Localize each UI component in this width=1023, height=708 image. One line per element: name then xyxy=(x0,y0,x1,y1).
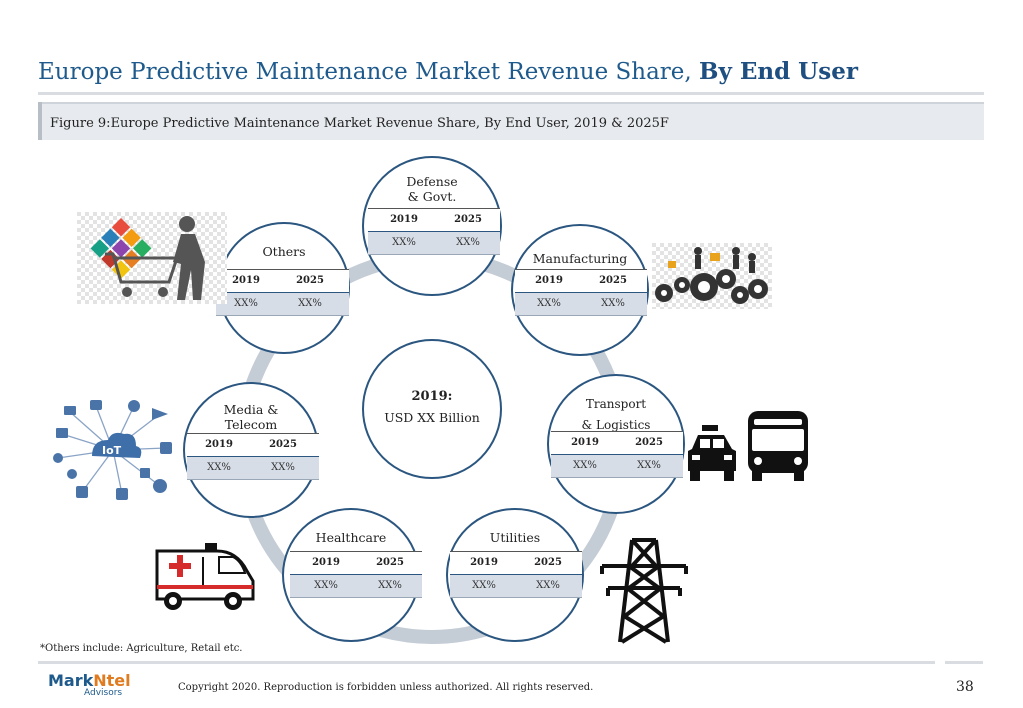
company-logo: MarkNtel Advisors xyxy=(48,671,131,698)
node-label: Utilities xyxy=(489,530,541,545)
share-table: 2019 2025 XX% XX% xyxy=(450,551,582,598)
col-2025: 2025 xyxy=(296,275,324,286)
gears-icon xyxy=(652,243,772,309)
share-2025: XX% xyxy=(378,580,402,591)
share-2019: XX% xyxy=(472,580,496,591)
ambulance-icon xyxy=(155,543,255,610)
col-2025: 2025 xyxy=(376,557,404,568)
share-2019: XX% xyxy=(573,460,597,471)
node-healthcare: Healthcare 2019 2025 XX% XX% xyxy=(282,508,422,642)
node-label: Defense & Govt. xyxy=(406,174,458,204)
share-table: 2019 2025 XX% XX% xyxy=(187,433,319,480)
share-2019: XX% xyxy=(207,462,231,473)
share-table: 2019 2025 XX% XX% xyxy=(515,269,647,316)
center-year: 2019: xyxy=(411,389,453,404)
node-media: Media & Telecom 2019 2025 XX% XX% xyxy=(183,382,319,518)
node-others: Others 2019 2025 XX% XX% xyxy=(216,222,350,354)
share-2025: XX% xyxy=(456,237,480,248)
node-label: Media & Telecom xyxy=(223,402,279,432)
col-2019: 2019 xyxy=(232,275,260,286)
footnote: *Others include: Agriculture, Retail etc… xyxy=(40,643,243,654)
col-2019: 2019 xyxy=(205,439,233,450)
col-2019: 2019 xyxy=(470,557,498,568)
share-2025: XX% xyxy=(536,580,560,591)
node-label: Healthcare xyxy=(315,530,387,545)
share-2019: XX% xyxy=(314,580,338,591)
col-2025: 2025 xyxy=(635,437,663,448)
share-2025: XX% xyxy=(271,462,295,473)
col-2025: 2025 xyxy=(454,214,482,225)
share-2025: XX% xyxy=(601,298,625,309)
share-table: 2019 2025 XX% XX% xyxy=(368,208,500,255)
footer-divider-short xyxy=(945,661,983,664)
iot-network-icon: IoT xyxy=(53,400,172,500)
share-2025: XX% xyxy=(637,460,661,471)
share-2019: XX% xyxy=(537,298,561,309)
node-label: Manufacturing xyxy=(532,251,628,266)
col-2025: 2025 xyxy=(534,557,562,568)
col-2019: 2019 xyxy=(312,557,340,568)
page-number: 38 xyxy=(956,679,974,695)
node-manufacturing: Manufacturing 2019 2025 XX% XX% xyxy=(511,224,649,356)
taxi-bus-icon xyxy=(688,411,808,481)
node-label: Transport & Logistics xyxy=(581,397,651,432)
node-defense: Defense & Govt. 2019 2025 XX% XX% xyxy=(362,156,502,296)
iot-badge: IoT xyxy=(102,444,122,457)
center-value: USD XX Billion xyxy=(384,410,480,425)
col-2025: 2025 xyxy=(269,439,297,450)
col-2019: 2019 xyxy=(535,275,563,286)
node-utilities: Utilities 2019 2025 XX% XX% xyxy=(446,508,584,642)
share-table: 2019 2025 XX% XX% xyxy=(551,431,683,478)
node-transport: Transport & Logistics 2019 2025 XX% XX% xyxy=(547,374,685,514)
col-2019: 2019 xyxy=(390,214,418,225)
share-table: 2019 2025 XX% XX% xyxy=(290,551,422,598)
footer-divider xyxy=(38,661,935,664)
copyright-text: Copyright 2020. Reproduction is forbidde… xyxy=(178,682,594,693)
col-2019: 2019 xyxy=(571,437,599,448)
node-center: 2019: USD XX Billion xyxy=(362,339,502,479)
node-label: Others xyxy=(262,244,306,259)
share-2019: XX% xyxy=(234,298,258,309)
share-2025: XX% xyxy=(298,298,322,309)
share-2019: XX% xyxy=(392,237,416,248)
col-2025: 2025 xyxy=(599,275,627,286)
share-table: 2019 2025 XX% XX% xyxy=(216,269,349,316)
shopping-cart-icon xyxy=(77,212,227,304)
power-tower-icon xyxy=(600,538,688,644)
